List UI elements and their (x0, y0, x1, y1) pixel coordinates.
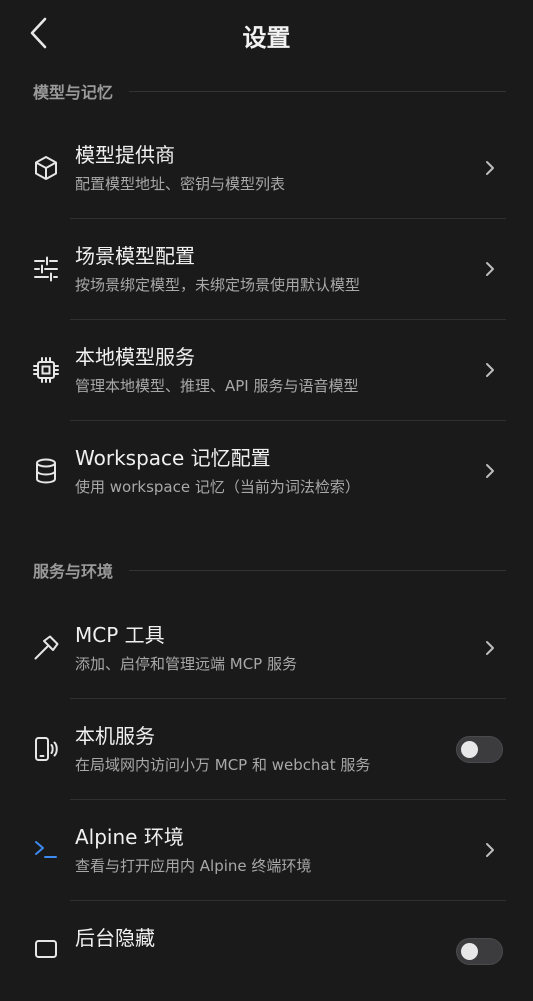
section-label: 服务与环境 (33, 562, 114, 581)
settings-item-alpine[interactable]: Alpine 环境 查看与打开应用内 Alpine 终端环境 (0, 800, 533, 900)
settings-item-mcp-tools[interactable]: MCP 工具 添加、启停和管理远端 MCP 服务 (0, 598, 533, 698)
item-description: 按场景绑定模型，未绑定场景使用默认模型 (75, 276, 361, 294)
item-title: MCP 工具 (75, 623, 165, 647)
settings-item-model-provider[interactable]: 模型提供商 配置模型地址、密钥与模型列表 (0, 118, 533, 218)
phone-broadcast-icon (35, 737, 58, 761)
settings-item-background-hide[interactable]: 后台隐藏 (0, 901, 533, 1001)
toggle-knob (461, 943, 478, 960)
item-title: 本地模型服务 (75, 345, 195, 369)
toggle-knob (461, 741, 478, 758)
chevron-right-icon (486, 363, 494, 377)
page-title: 设置 (242, 24, 291, 52)
settings-item-scene-model[interactable]: 场景模型配置 按场景绑定模型，未绑定场景使用默认模型 (0, 219, 533, 319)
item-title: 后台隐藏 (75, 926, 155, 950)
settings-item-local-service[interactable]: 本机服务 在局域网内访问小万 MCP 和 webchat 服务 (0, 699, 533, 799)
chevron-right-icon (486, 262, 494, 276)
terminal-icon (35, 841, 57, 858)
item-title: Workspace 记忆配置 (75, 446, 271, 470)
hide-icon (35, 940, 57, 958)
item-title: Alpine 环境 (75, 825, 184, 849)
item-description: 添加、启停和管理远端 MCP 服务 (75, 655, 297, 673)
section-label: 模型与记忆 (33, 83, 114, 102)
item-description: 查看与打开应用内 Alpine 终端环境 (75, 857, 312, 875)
section-divider (129, 569, 506, 571)
background-hide-toggle[interactable] (456, 938, 503, 965)
hammer-icon (34, 635, 59, 660)
item-description: 使用 workspace 记忆（当前为词法检索） (75, 478, 360, 496)
top-bar: 设置 (0, 0, 533, 70)
local-service-toggle[interactable] (456, 736, 503, 763)
cube-icon (35, 156, 57, 180)
settings-item-workspace-memory[interactable]: Workspace 记忆配置 使用 workspace 记忆（当前为词法检索） (0, 421, 533, 521)
chevron-right-icon (486, 161, 494, 175)
item-description: 配置模型地址、密钥与模型列表 (75, 175, 286, 193)
chip-icon (33, 357, 59, 383)
item-description: 管理本地模型、推理、API 服务与语音模型 (75, 377, 359, 395)
section-divider (129, 90, 506, 92)
database-icon (36, 458, 56, 484)
chevron-right-icon (486, 641, 494, 655)
item-description: 在局域网内访问小万 MCP 和 webchat 服务 (75, 756, 371, 774)
section-header-services: 服务与环境 (33, 560, 506, 581)
chevron-right-icon (486, 843, 494, 857)
item-title: 模型提供商 (75, 143, 175, 167)
chevron-right-icon (486, 464, 494, 478)
section-header-models: 模型与记忆 (33, 81, 506, 102)
item-title: 场景模型配置 (75, 244, 195, 268)
sliders-icon (34, 256, 58, 282)
settings-item-local-model[interactable]: 本地模型服务 管理本地模型、推理、API 服务与语音模型 (0, 320, 533, 420)
item-title: 本机服务 (75, 724, 155, 748)
